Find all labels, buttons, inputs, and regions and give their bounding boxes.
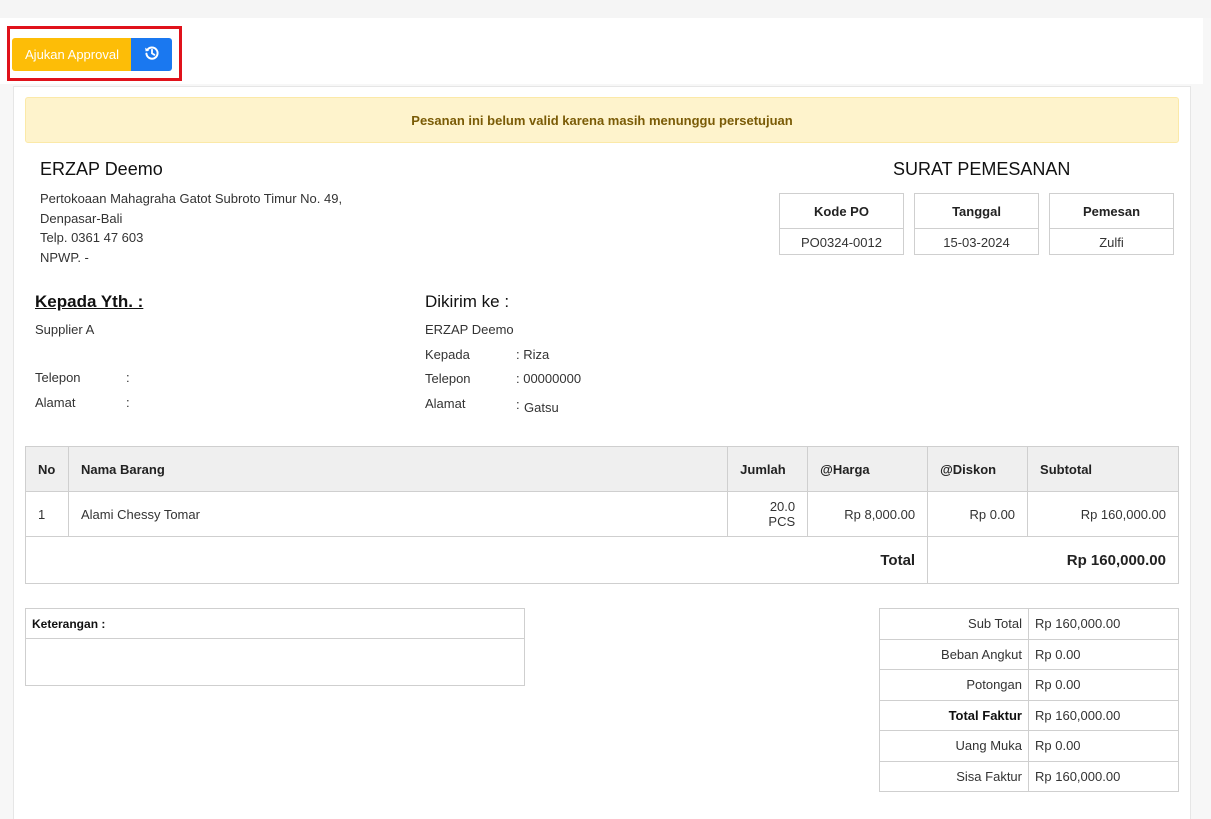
company-name: ERZAP Deemo: [40, 159, 163, 179]
recipient-phone-label: Telepon: [35, 370, 81, 385]
summary-value: Rp 160,000.00: [1028, 699, 1179, 731]
summary-row: Sub Total Rp 160,000.00: [879, 608, 1179, 640]
items-table: No Nama Barang Jumlah @Harga @Diskon Sub…: [24, 446, 1179, 584]
info-box-pemesan: Pemesan Zulfi: [1049, 193, 1174, 255]
summary-label: Sisa Faktur: [879, 760, 1029, 792]
info-value: PO0324-0012: [801, 234, 882, 250]
shipping-address-value: Gatsu: [524, 400, 559, 415]
summary-value: Rp 0.00: [1028, 669, 1179, 701]
summary-label: Uang Muka: [879, 730, 1029, 762]
company-phone: Telp. 0361 47 603: [40, 230, 144, 245]
table-header-row: No Nama Barang Jumlah @Harga @Diskon Sub…: [25, 446, 1179, 492]
summary-label: Potongan: [879, 669, 1029, 701]
ajukan-approval-button[interactable]: Ajukan Approval: [12, 38, 132, 71]
recipient-name: Supplier A: [35, 322, 95, 337]
summary-row: Beban Angkut Rp 0.00: [879, 638, 1179, 670]
cell-price: Rp 8,000.00: [807, 491, 929, 537]
shipping-name: ERZAP Deemo: [425, 322, 514, 337]
summary-value: Rp 160,000.00: [1028, 760, 1179, 792]
summary-table: Sub Total Rp 160,000.00 Beban Angkut Rp …: [879, 608, 1179, 792]
info-value: Zulfi: [1099, 234, 1124, 250]
info-label: Pemesan: [1050, 194, 1173, 229]
column-header-no: No: [25, 446, 69, 492]
shipping-to-label: Kepada: [425, 347, 470, 362]
recipient-address-label: Alamat: [35, 395, 76, 410]
column-header-subtotal: Subtotal: [1027, 446, 1179, 492]
company-address-line1: Pertokoaan Mahagraha Gatot Subroto Timur…: [40, 191, 343, 206]
column-header-jumlah: Jumlah: [727, 446, 809, 492]
info-box-tanggal: Tanggal 15-03-2024: [914, 193, 1039, 255]
shipping-phone-label: Telepon: [425, 371, 471, 386]
shipping-address-separator: :: [516, 397, 520, 412]
info-label: Tanggal: [915, 194, 1038, 229]
total-row: Total Rp 160,000.00: [24, 536, 1179, 584]
table-row: 1 Alami Chessy Tomar 20.0 PCS Rp 8,000.0…: [25, 491, 1179, 537]
info-value: 15-03-2024: [943, 234, 1010, 250]
summary-row: Sisa Faktur Rp 160,000.00: [879, 760, 1179, 792]
column-header-diskon: @Diskon: [927, 446, 1029, 492]
summary-row: Potongan Rp 0.00: [879, 669, 1179, 701]
shipping-phone-value: : 00000000: [516, 371, 582, 386]
shipping-address-label: Alamat: [425, 396, 466, 411]
recipient-phone-separator: :: [126, 370, 130, 385]
recipient-address-separator: :: [126, 395, 130, 410]
cell-subtotal: Rp 160,000.00: [1027, 491, 1179, 537]
summary-label: Total Faktur: [879, 699, 1029, 731]
summary-row: Total Faktur Rp 160,000.00: [879, 699, 1179, 731]
summary-value: Rp 0.00: [1028, 638, 1179, 670]
cell-no: 1: [25, 491, 69, 537]
summary-value: Rp 0.00: [1028, 730, 1179, 762]
recipient-heading: Kepada Yth. :: [35, 292, 144, 311]
summary-row: Uang Muka Rp 0.00: [879, 730, 1179, 762]
cell-item-name: Alami Chessy Tomar: [67, 491, 729, 537]
history-icon: [144, 45, 160, 64]
column-header-nama-barang: Nama Barang: [67, 446, 729, 492]
notes-box: Keterangan :: [25, 608, 525, 686]
top-strip: [0, 0, 1211, 18]
total-label: Total: [24, 536, 929, 584]
shipping-to-value: : Riza: [516, 347, 550, 362]
info-label: Kode PO: [780, 194, 903, 229]
cell-discount: Rp 0.00: [927, 491, 1029, 537]
info-box-kode-po: Kode PO PO0324-0012: [779, 193, 904, 255]
alert-message: Pesanan ini belum valid karena masih men…: [411, 112, 793, 128]
summary-value: Rp 160,000.00: [1028, 608, 1179, 640]
cell-qty: 20.0 PCS: [727, 491, 809, 537]
column-header-harga: @Harga: [807, 446, 929, 492]
company-address-line2: Denpasar-Bali: [40, 211, 123, 226]
total-value: Rp 160,000.00: [927, 536, 1179, 584]
summary-label: Beban Angkut: [879, 638, 1029, 670]
company-npwp: NPWP. -: [40, 250, 89, 265]
shipping-heading: Dikirim ke :: [425, 292, 510, 311]
document-title: SURAT PEMESANAN: [893, 159, 1071, 179]
notes-label: Keterangan :: [26, 609, 524, 639]
pending-approval-alert: Pesanan ini belum valid karena masih men…: [25, 97, 1179, 143]
history-button[interactable]: [131, 38, 172, 71]
summary-label: Sub Total: [879, 608, 1029, 640]
